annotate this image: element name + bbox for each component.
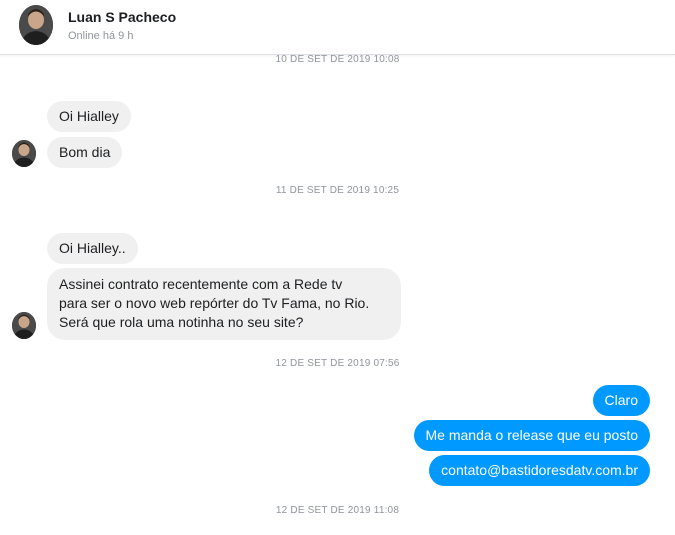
message-line: Assinei contrato recentemente com a Rede…	[59, 276, 343, 292]
contact-avatar-small[interactable]	[12, 312, 36, 339]
contact-name[interactable]: Luan S Pacheco	[68, 9, 176, 25]
incoming-message-multiline[interactable]: Assinei contrato recentemente com a Rede…	[47, 268, 401, 340]
incoming-message[interactable]: Oi Hialley..	[47, 233, 138, 264]
contact-avatar[interactable]	[19, 5, 53, 45]
incoming-message[interactable]: Bom dia	[47, 137, 123, 168]
contact-avatar-photo-icon	[12, 312, 36, 339]
message-line: Será que rola uma notinha no seu site?	[59, 314, 304, 330]
timestamp-divider: 11 DE SET DE 2019 10:25	[275, 185, 400, 196]
timestamp-divider: 10 DE SET DE 2019 10:08	[275, 54, 400, 65]
timestamp-divider: 12 DE SET DE 2019 11:08	[275, 505, 400, 516]
contact-status: Online há 9 h	[68, 30, 134, 42]
contact-avatar-photo-icon	[12, 140, 36, 167]
outgoing-message[interactable]: Me manda o release que eu posto	[413, 420, 650, 451]
conversation-header: Luan S Pacheco Online há 9 h	[0, 0, 675, 55]
incoming-message[interactable]: Oi Hialley	[47, 101, 131, 132]
contact-avatar-small[interactable]	[12, 140, 36, 167]
message-line: para ser o novo web repórter do Tv Fama,…	[59, 295, 370, 311]
outgoing-message[interactable]: Claro	[592, 385, 650, 416]
outgoing-message[interactable]: contato@bastidoresdatv.com.br	[429, 455, 650, 486]
messenger-conversation: Luan S Pacheco Online há 9 h 10 DE SET D…	[0, 0, 675, 535]
timestamp-divider: 12 DE SET DE 2019 07:56	[275, 358, 400, 369]
contact-avatar-photo-icon	[19, 5, 53, 45]
